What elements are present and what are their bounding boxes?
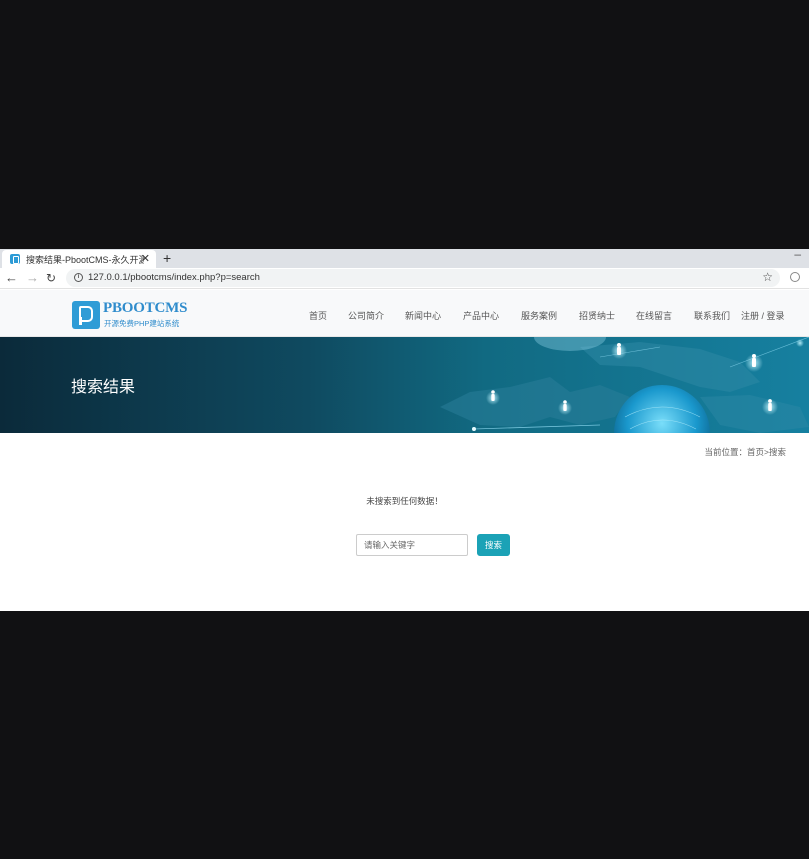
nav-item-message[interactable]: 在线留言 bbox=[636, 309, 672, 322]
pbootcms-logo-icon bbox=[72, 301, 100, 329]
nav-item-contact[interactable]: 联系我们 bbox=[694, 309, 730, 322]
url-text[interactable]: 127.0.0.1/pbootcms/index.php?p=search bbox=[88, 272, 260, 283]
no-result-message: 未搜索到任何数据！ bbox=[366, 496, 443, 506]
breadcrumb-home[interactable]: 首页 bbox=[747, 447, 764, 457]
nav-item-jobs[interactable]: 招贤纳士 bbox=[579, 309, 615, 322]
breadcrumb: 当前位置：首页>搜索 bbox=[704, 446, 786, 458]
search-button[interactable]: 搜索 bbox=[477, 534, 510, 556]
minimize-icon[interactable]: – bbox=[794, 249, 801, 261]
info-icon[interactable]: i bbox=[74, 273, 83, 282]
site-logo[interactable]: PBOOTCMS 开源免费PHP建站系统 bbox=[72, 300, 192, 330]
back-arrow-icon[interactable]: ← bbox=[5, 270, 18, 286]
auth-links: 注册 / 登录 bbox=[741, 309, 785, 322]
tab-title: 搜索结果-PbootCMS-永久开源免费 bbox=[26, 254, 144, 265]
breadcrumb-prefix: 当前位置： bbox=[704, 447, 747, 457]
nav-item-news[interactable]: 新闻中心 bbox=[405, 309, 441, 322]
register-link[interactable]: 注册 bbox=[741, 311, 759, 321]
login-link[interactable]: 登录 bbox=[767, 311, 785, 321]
forward-arrow-icon[interactable]: → bbox=[26, 270, 39, 286]
nav-item-cases[interactable]: 服务案例 bbox=[521, 309, 557, 322]
tab-strip: 搜索结果-PbootCMS-永久开源免费 ✕ + – bbox=[0, 249, 809, 268]
browser-tab[interactable]: 搜索结果-PbootCMS-永久开源免费 ✕ bbox=[2, 250, 156, 268]
logo-name: PBOOTCMS bbox=[103, 300, 188, 316]
auth-separator: / bbox=[759, 311, 767, 321]
breadcrumb-current[interactable]: 搜索 bbox=[769, 447, 786, 457]
browser-window: 搜索结果-PbootCMS-永久开源免费 ✕ + – ← → ↻ i 127.0… bbox=[0, 249, 809, 611]
close-tab-icon[interactable]: ✕ bbox=[141, 252, 150, 266]
world-map-illustration bbox=[440, 337, 809, 433]
pbootcms-favicon-icon bbox=[10, 254, 20, 264]
nav-item-home[interactable]: 首页 bbox=[309, 309, 327, 322]
address-bar[interactable]: i 127.0.0.1/pbootcms/index.php?p=search … bbox=[66, 269, 780, 287]
letterbox-bottom bbox=[0, 611, 809, 859]
new-tab-icon[interactable]: + bbox=[163, 249, 171, 267]
search-input[interactable] bbox=[356, 534, 468, 556]
logo-tagline: 开源免费PHP建站系统 bbox=[104, 319, 180, 328]
site-header: PBOOTCMS 开源免费PHP建站系统 首页 公司简介 新闻中心 产品中心 服… bbox=[0, 290, 809, 337]
page-title: 搜索结果 bbox=[71, 379, 136, 396]
page-banner: 搜索结果 bbox=[0, 337, 809, 433]
nav-item-about[interactable]: 公司简介 bbox=[348, 309, 384, 322]
letterbox-top bbox=[0, 0, 809, 249]
account-icon[interactable] bbox=[790, 272, 800, 282]
star-icon[interactable]: ☆ bbox=[762, 270, 773, 285]
browser-toolbar: ← → ↻ i 127.0.0.1/pbootcms/index.php?p=s… bbox=[0, 268, 809, 289]
reload-icon[interactable]: ↻ bbox=[46, 270, 56, 286]
nav-item-products[interactable]: 产品中心 bbox=[463, 309, 499, 322]
